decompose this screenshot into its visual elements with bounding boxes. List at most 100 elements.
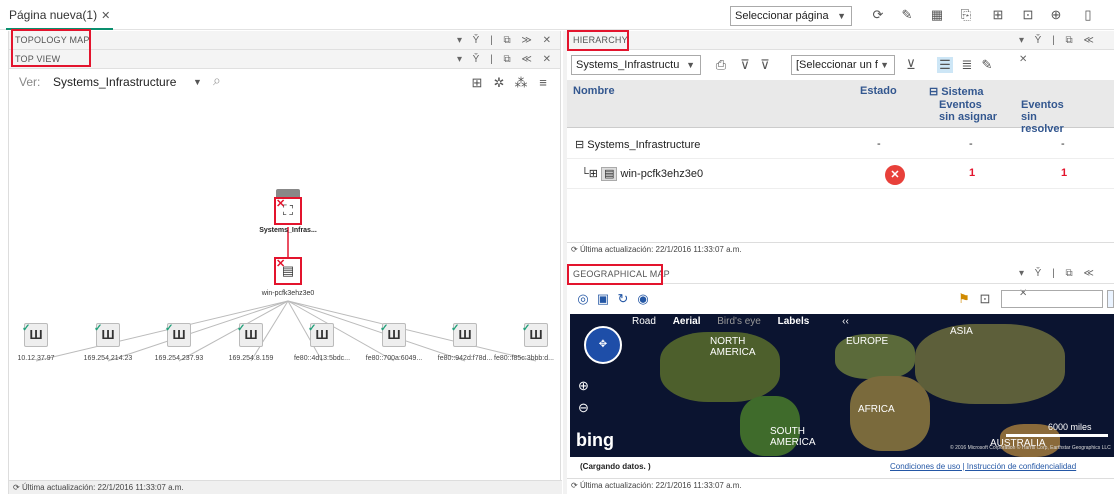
- row-asignar[interactable]: 1: [969, 167, 975, 179]
- tab-pagina-nueva[interactable]: Página nueva(1) ✕: [6, 0, 114, 30]
- hierarchy-view-select[interactable]: Systems_Infrastructu ▼: [571, 55, 701, 75]
- locate-icon[interactable]: ◎: [575, 291, 591, 307]
- network-layout-icon[interactable]: ⁂: [513, 75, 529, 91]
- check-icon: ✓: [237, 323, 246, 334]
- settings-icon[interactable]: ⊕: [1048, 7, 1064, 23]
- leaf-node[interactable]: ✓ Ш: [308, 323, 334, 347]
- globe-icon[interactable]: ◉: [635, 291, 651, 307]
- hierarchy-header: HIERARCHY ▾ Y̌ | ⧉ ≪ ✕: [567, 31, 1114, 65]
- flag-icon[interactable]: ⚑: [956, 291, 972, 307]
- export-icon[interactable]: ⎙: [713, 57, 729, 73]
- settings-icon[interactable]: ✎: [979, 57, 995, 73]
- row-name-text: win-pcfk3ehz3e0: [620, 168, 704, 180]
- check-icon: ✓: [308, 323, 317, 334]
- list-view-icon[interactable]: ≣: [959, 57, 975, 73]
- zoom-out-icon[interactable]: ⊖: [578, 400, 589, 416]
- column-sin-resolver[interactable]: Eventos sin resolver: [1021, 99, 1081, 135]
- zoom-in-icon[interactable]: ⊕: [578, 378, 589, 394]
- collapse-icon[interactable]: ‹‹: [842, 316, 849, 327]
- topology-map-header: TOPOLOGY MAP ▾ Y̌ | ⧉ ≫ ✕: [9, 31, 560, 50]
- panel-controls[interactable]: ▾ Y̌ | ⧉ ≫ ✕: [457, 31, 555, 50]
- leaf-node[interactable]: ✓ Ш: [237, 323, 263, 347]
- filter-icon[interactable]: ⊽: [737, 57, 753, 73]
- terms-link[interactable]: Condiciones de uso | Instrucción de conf…: [890, 462, 1076, 471]
- grid-icon[interactable]: ▦: [929, 7, 945, 23]
- leaf-node[interactable]: ✓ Ш: [451, 323, 477, 347]
- map-tab-labels[interactable]: Labels: [778, 316, 810, 327]
- refresh-icon[interactable]: ↻: [615, 291, 631, 307]
- page-select-value: Seleccionar página: [735, 10, 829, 22]
- row-estado: -: [877, 138, 881, 150]
- panel-splitter[interactable]: [563, 31, 567, 494]
- close-icon[interactable]: ✕: [101, 10, 110, 22]
- leaf-node[interactable]: ✓ Ш: [165, 323, 191, 347]
- leaf-node[interactable]: ✓ Ш: [522, 323, 548, 347]
- server-icon: ▤: [601, 167, 618, 181]
- row-name: └⊞ ▤ win-pcfk3ehz3e0: [581, 167, 704, 181]
- error-status-icon: ✕: [885, 165, 905, 185]
- edit-icon[interactable]: ✎: [899, 7, 915, 23]
- layout-icon[interactable]: ⊞: [990, 7, 1006, 23]
- save-icon[interactable]: ▣: [595, 291, 611, 307]
- column-sistema-label: Sistema: [941, 86, 984, 98]
- search-input[interactable]: [1001, 290, 1103, 308]
- tree-view-icon[interactable]: ☰: [937, 57, 953, 73]
- more-icon[interactable]: ▯: [1080, 7, 1096, 23]
- label-asia: ASIA: [950, 326, 973, 337]
- filter-select[interactable]: [Seleccionar un f ▼: [791, 55, 895, 75]
- column-estado[interactable]: Estado: [860, 85, 897, 97]
- panel-controls-2[interactable]: ▾ Y̌ | ⧉ ≪ ✕: [457, 50, 555, 69]
- status-bar: ⟳ Última actualización: 22/1/2016 11:33:…: [567, 242, 1114, 256]
- view-select[interactable]: Systems_Infrastructure: [53, 75, 176, 89]
- row-asignar: -: [969, 138, 973, 150]
- map-tab-aerial[interactable]: Aerial: [673, 316, 701, 327]
- column-sistema[interactable]: ⊟ Sistema: [929, 85, 983, 98]
- panel-controls[interactable]: ▾ Y̌ | ⧉ ≪ ✕: [1019, 31, 1114, 69]
- leaf-node[interactable]: ✓ Ш: [380, 323, 406, 347]
- row-name-text: Systems_Infrastructure: [587, 139, 701, 151]
- geographical-map[interactable]: Road Aerial Bird's eye Labels ‹‹ ✥ ⊕ ⊖ N…: [570, 314, 1114, 457]
- view-label: Ver:: [19, 75, 41, 89]
- loading-text: (Cargando datos. ): [580, 462, 651, 471]
- row-resolver: -: [1061, 138, 1065, 150]
- check-icon: ✓: [165, 323, 174, 334]
- table-row[interactable]: └⊞ ▤ win-pcfk3ehz3e0 ✕ 1 1: [567, 159, 1114, 189]
- chevron-down-icon: ▼: [880, 60, 889, 70]
- map-tab-birdseye[interactable]: Bird's eye: [717, 316, 761, 327]
- label-south-america: SOUTH AMERICA: [770, 426, 816, 448]
- root-label: Systems_Infras...: [259, 227, 317, 234]
- pan-control[interactable]: ✥: [584, 326, 622, 364]
- highlight-box: [567, 30, 629, 51]
- chevron-down-icon[interactable]: ▼: [193, 77, 202, 87]
- clear-filter-icon[interactable]: ⊽: [757, 57, 773, 73]
- refresh-icon[interactable]: ⟳: [870, 7, 886, 23]
- table-row[interactable]: ⊟ Systems_Infrastructure - - -: [567, 131, 1114, 159]
- check-icon: ✓: [451, 323, 460, 334]
- column-sin-asignar[interactable]: Eventos sin asignar: [939, 99, 999, 123]
- page-select[interactable]: Seleccionar página ▼: [730, 6, 852, 26]
- column-name[interactable]: Nombre: [573, 85, 615, 97]
- check-icon: ✓: [522, 323, 531, 334]
- filter-edit-icon[interactable]: ⊻: [903, 57, 919, 73]
- new-page-icon[interactable]: ⎘: [958, 7, 974, 23]
- scale-label: 6000 miles: [1048, 422, 1092, 432]
- select-value: Systems_Infrastructu: [576, 59, 680, 71]
- row-resolver[interactable]: 1: [1061, 167, 1067, 179]
- leaf-label: fe80::f85c:3bbb:d...: [494, 355, 554, 362]
- map-tab-road[interactable]: Road: [632, 316, 656, 327]
- leaf-node[interactable]: ✓ Ш: [94, 323, 120, 347]
- radial-layout-icon[interactable]: ✲: [491, 75, 507, 91]
- hierarchy-layout-icon[interactable]: ⊞: [469, 75, 485, 91]
- hierarchy-panel: HIERARCHY ▾ Y̌ | ⧉ ≪ ✕ Systems_Infrastruc…: [567, 30, 1114, 256]
- menu-icon[interactable]: ≡: [535, 75, 551, 91]
- chart-icon[interactable]: ⊡: [1020, 7, 1036, 23]
- check-icon: ✓: [380, 323, 389, 334]
- zoom-extent-icon[interactable]: ⊡: [977, 291, 993, 307]
- leaf-node[interactable]: ✓ Ш: [22, 323, 48, 347]
- search-icon[interactable]: ⌕: [213, 72, 221, 89]
- status-text: Última actualización: 22/1/2016 11:33:07…: [579, 245, 742, 254]
- search-button[interactable]: [1107, 290, 1114, 308]
- root-node[interactable]: ⛶ ✕: [274, 189, 302, 225]
- leaf-label: 169.254.214.23: [83, 355, 133, 362]
- scale-bar: [1006, 434, 1108, 437]
